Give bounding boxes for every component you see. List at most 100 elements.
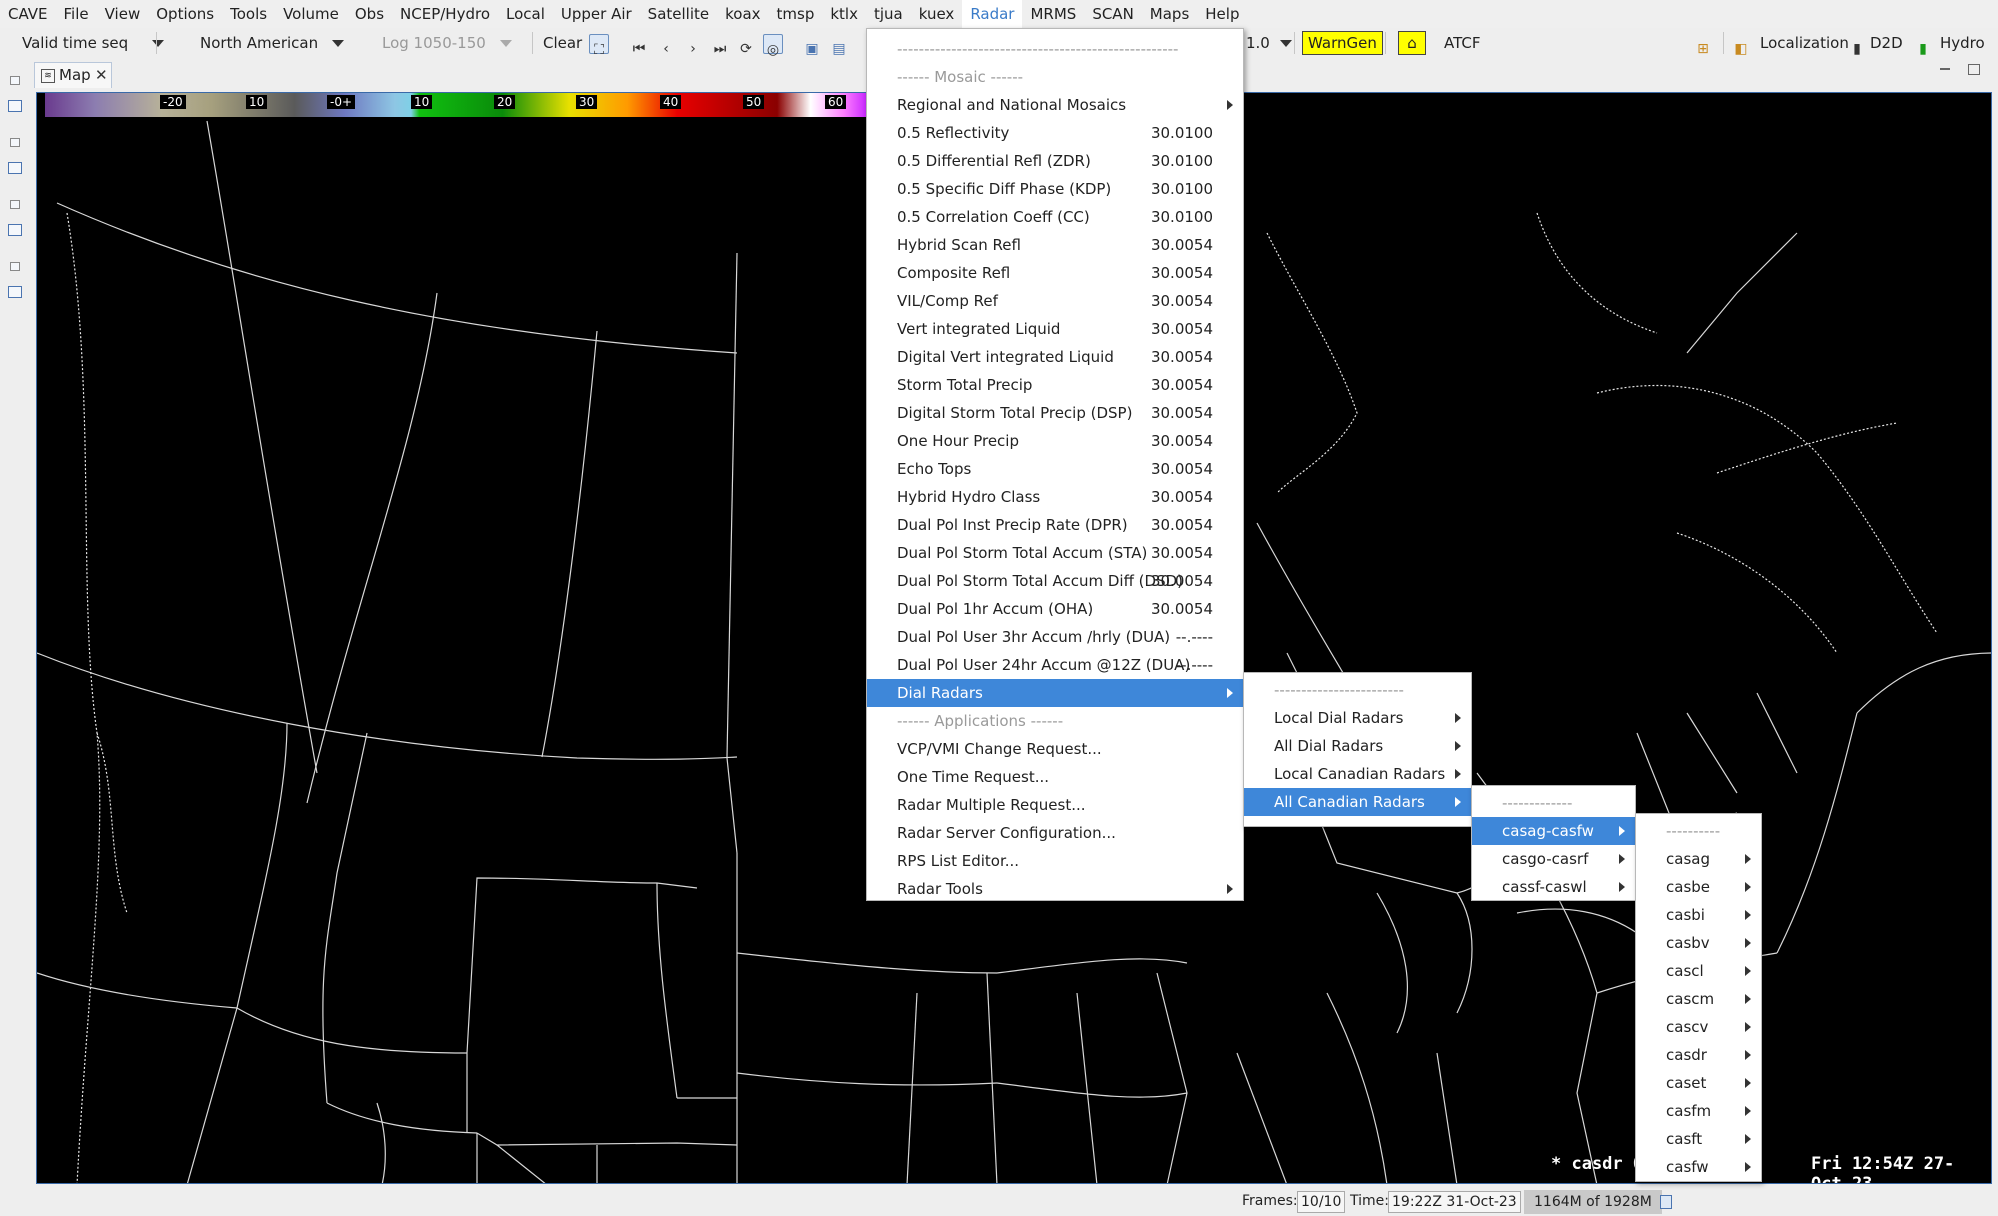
canadian-menu-item-casag-casfw[interactable]: casag-casfw [1472, 817, 1635, 845]
radar-menu-item-composite-refl[interactable]: Composite Refl 30.0054 [867, 259, 1243, 287]
menu-ktlx[interactable]: ktlx [822, 0, 866, 28]
radar-menu-item-hybrid-hydro-class[interactable]: Hybrid Hydro Class 30.0054 [867, 483, 1243, 511]
first-frame-icon[interactable]: ⏮ [630, 34, 648, 57]
pane-icon[interactable] [8, 162, 22, 174]
tab-map[interactable]: ≋ Map ✕ [34, 62, 112, 88]
menu-volume[interactable]: Volume [275, 0, 347, 28]
projection-dropdown[interactable]: North American [200, 28, 345, 58]
dial-menu-item-local-dial-radars[interactable]: Local Dial Radars [1244, 704, 1471, 732]
menu-koax[interactable]: koax [717, 0, 768, 28]
menu-cave[interactable]: CAVE [0, 0, 56, 28]
station-menu-item-casbv[interactable]: casbv [1636, 929, 1761, 957]
station-menu-item-casfw[interactable]: casfw [1636, 1153, 1761, 1181]
pane-icon[interactable] [8, 224, 22, 236]
dial-menu-item-local-canadian-radars[interactable]: Local Canadian Radars [1244, 760, 1471, 788]
radar-menu-item-0-5-specific-diff-phase-kdp[interactable]: 0.5 Specific Diff Phase (KDP) 30.0100 [867, 175, 1243, 203]
scale-dropdown[interactable]: Log 1050-150 [382, 28, 512, 58]
menu-help[interactable]: Help [1197, 0, 1247, 28]
radar-menu-item-vert-integrated-liquid[interactable]: Vert integrated Liquid 30.0054 [867, 315, 1243, 343]
radar-menu-item-regional-and-national-mosaics[interactable]: Regional and National Mosaics [867, 91, 1243, 119]
restore-icon[interactable] [10, 76, 20, 85]
radar-menu-item-dual-pol-storm-total-accum-sta[interactable]: Dual Pol Storm Total Accum (STA) 30.0054 [867, 539, 1243, 567]
magnification-dropdown[interactable]: 1.0 [1246, 28, 1292, 58]
radar-menu-item-one-time-request[interactable]: One Time Request... [867, 763, 1243, 791]
memory-usage[interactable]: 1164M of 1928M [1524, 1190, 1662, 1214]
station-menu-item-cascm[interactable]: cascm [1636, 985, 1761, 1013]
maximize-icon[interactable] [1968, 64, 1980, 75]
menu-options[interactable]: Options [148, 0, 222, 28]
station-menu-item-caset[interactable]: caset [1636, 1069, 1761, 1097]
radar-menu-item-dual-pol-user-3hr-accum-hrly-dua[interactable]: Dual Pol User 3hr Accum /hrly (DUA) --.--… [867, 623, 1243, 651]
step-forward-icon[interactable]: › [684, 34, 702, 57]
open-perspective-icon[interactable]: ⊞ [1694, 34, 1712, 57]
menu-scan[interactable]: SCAN [1084, 0, 1141, 28]
zoom-extent-icon[interactable]: ⛶ [589, 34, 609, 58]
radar-menu-item-digital-vert-integrated-liquid[interactable]: Digital Vert integrated Liquid 30.0054 [867, 343, 1243, 371]
radar-menu-item-one-hour-precip[interactable]: One Hour Precip 30.0054 [867, 427, 1243, 455]
canadian-menu-item-casgo-casrf[interactable]: casgo-casrf [1472, 845, 1635, 873]
radar-menu-item-rps-list-editor[interactable]: RPS List Editor... [867, 847, 1243, 875]
minimize-icon[interactable] [1940, 68, 1950, 70]
radar-menu-item-dual-pol-user-24hr-accum-12z-dua[interactable]: Dual Pol User 24hr Accum @12Z (DUA) --.--… [867, 651, 1243, 679]
step-back-icon[interactable]: ‹ [657, 34, 675, 57]
d2d-perspective[interactable]: D2D [1870, 28, 1903, 58]
radar-menu-item-hybrid-scan-refl[interactable]: Hybrid Scan Refl 30.0054 [867, 231, 1243, 259]
menu-ncep-hydro[interactable]: NCEP/Hydro [392, 0, 498, 28]
menu-maps[interactable]: Maps [1142, 0, 1197, 28]
menu-kuex[interactable]: kuex [911, 0, 963, 28]
warngen-button[interactable]: WarnGen [1302, 31, 1383, 55]
radar-menu-item-radar-multiple-request[interactable]: Radar Multiple Request... [867, 791, 1243, 819]
station-menu-item-casbi[interactable]: casbi [1636, 901, 1761, 929]
radar-menu-item-vcp-vmi-change-request[interactable]: VCP/VMI Change Request... [867, 735, 1243, 763]
menu-view[interactable]: View [97, 0, 149, 28]
layers-icon[interactable]: ▤ [830, 34, 848, 57]
station-menu-item-casft[interactable]: casft [1636, 1125, 1761, 1153]
station-menu-item-cascl[interactable]: cascl [1636, 957, 1761, 985]
dial-menu-item-all-dial-radars[interactable]: All Dial Radars [1244, 732, 1471, 760]
hydro-house-icon[interactable]: ⌂ [1398, 31, 1426, 55]
menu-satellite[interactable]: Satellite [640, 0, 717, 28]
close-icon[interactable]: ✕ [95, 66, 108, 84]
clear-button[interactable]: Clear [543, 28, 582, 58]
time-mode-dropdown[interactable]: Valid time seq [22, 28, 165, 58]
loop-properties-icon[interactable]: ◎ [763, 34, 783, 58]
garbage-collect-icon[interactable] [1660, 1195, 1672, 1209]
menu-tmsp[interactable]: tmsp [769, 0, 823, 28]
radar-menu-item-0-5-reflectivity[interactable]: 0.5 Reflectivity 30.0100 [867, 119, 1243, 147]
restore-icon[interactable] [10, 138, 20, 147]
radar-menu-item-0-5-differential-refl-zdr[interactable]: 0.5 Differential Refl (ZDR) 30.0100 [867, 147, 1243, 175]
station-menu-item-casdr[interactable]: casdr [1636, 1041, 1761, 1069]
radar-menu-item-radar-tools[interactable]: Radar Tools [867, 875, 1243, 903]
radar-menu-item-vil-comp-ref[interactable]: VIL/Comp Ref 30.0054 [867, 287, 1243, 315]
radar-menu-item-dual-pol-storm-total-accum-diff-dsd[interactable]: Dual Pol Storm Total Accum Diff (DSD) 30.… [867, 567, 1243, 595]
menu-upper-air[interactable]: Upper Air [553, 0, 640, 28]
atcf-button[interactable]: ATCF [1444, 28, 1480, 58]
radar-menu-item-echo-tops[interactable]: Echo Tops 30.0054 [867, 455, 1243, 483]
menu-local[interactable]: Local [498, 0, 553, 28]
menu-file[interactable]: File [56, 0, 97, 28]
pane-icon[interactable] [8, 286, 22, 298]
menu-mrms[interactable]: MRMS [1022, 0, 1084, 28]
radar-menu-item-radar-server-configuration[interactable]: Radar Server Configuration... [867, 819, 1243, 847]
radar-menu-item-storm-total-precip[interactable]: Storm Total Precip 30.0054 [867, 371, 1243, 399]
radar-menu-item-dual-pol-inst-precip-rate-dpr[interactable]: Dual Pol Inst Precip Rate (DPR) 30.0054 [867, 511, 1243, 539]
restore-icon[interactable] [10, 262, 20, 271]
station-menu-item-cascv[interactable]: cascv [1636, 1013, 1761, 1041]
station-menu-item-casfm[interactable]: casfm [1636, 1097, 1761, 1125]
radar-menu-item-dual-pol-1hr-accum-oha[interactable]: Dual Pol 1hr Accum (OHA) 30.0054 [867, 595, 1243, 623]
menu-tools[interactable]: Tools [222, 0, 275, 28]
menu-obs[interactable]: Obs [347, 0, 392, 28]
localization-perspective[interactable]: Localization [1760, 28, 1849, 58]
canadian-menu-item-cassf-caswl[interactable]: cassf-caswl [1472, 873, 1635, 901]
restore-icon[interactable] [10, 200, 20, 209]
pane-icon[interactable] [8, 100, 22, 112]
radar-menu-item-digital-storm-total-precip-dsp[interactable]: Digital Storm Total Precip (DSP) 30.0054 [867, 399, 1243, 427]
radar-menu-item-0-5-correlation-coeff-cc[interactable]: 0.5 Correlation Coeff (CC) 30.0100 [867, 203, 1243, 231]
menu-tjua[interactable]: tjua [866, 0, 911, 28]
image-properties-icon[interactable]: ▣ [803, 34, 821, 57]
last-frame-icon[interactable]: ⏭ [711, 34, 729, 57]
loop-icon[interactable]: ⟳ [737, 34, 755, 57]
station-menu-item-casag[interactable]: casag [1636, 845, 1761, 873]
hydro-perspective[interactable]: Hydro [1940, 28, 1985, 58]
station-menu-item-casbe[interactable]: casbe [1636, 873, 1761, 901]
